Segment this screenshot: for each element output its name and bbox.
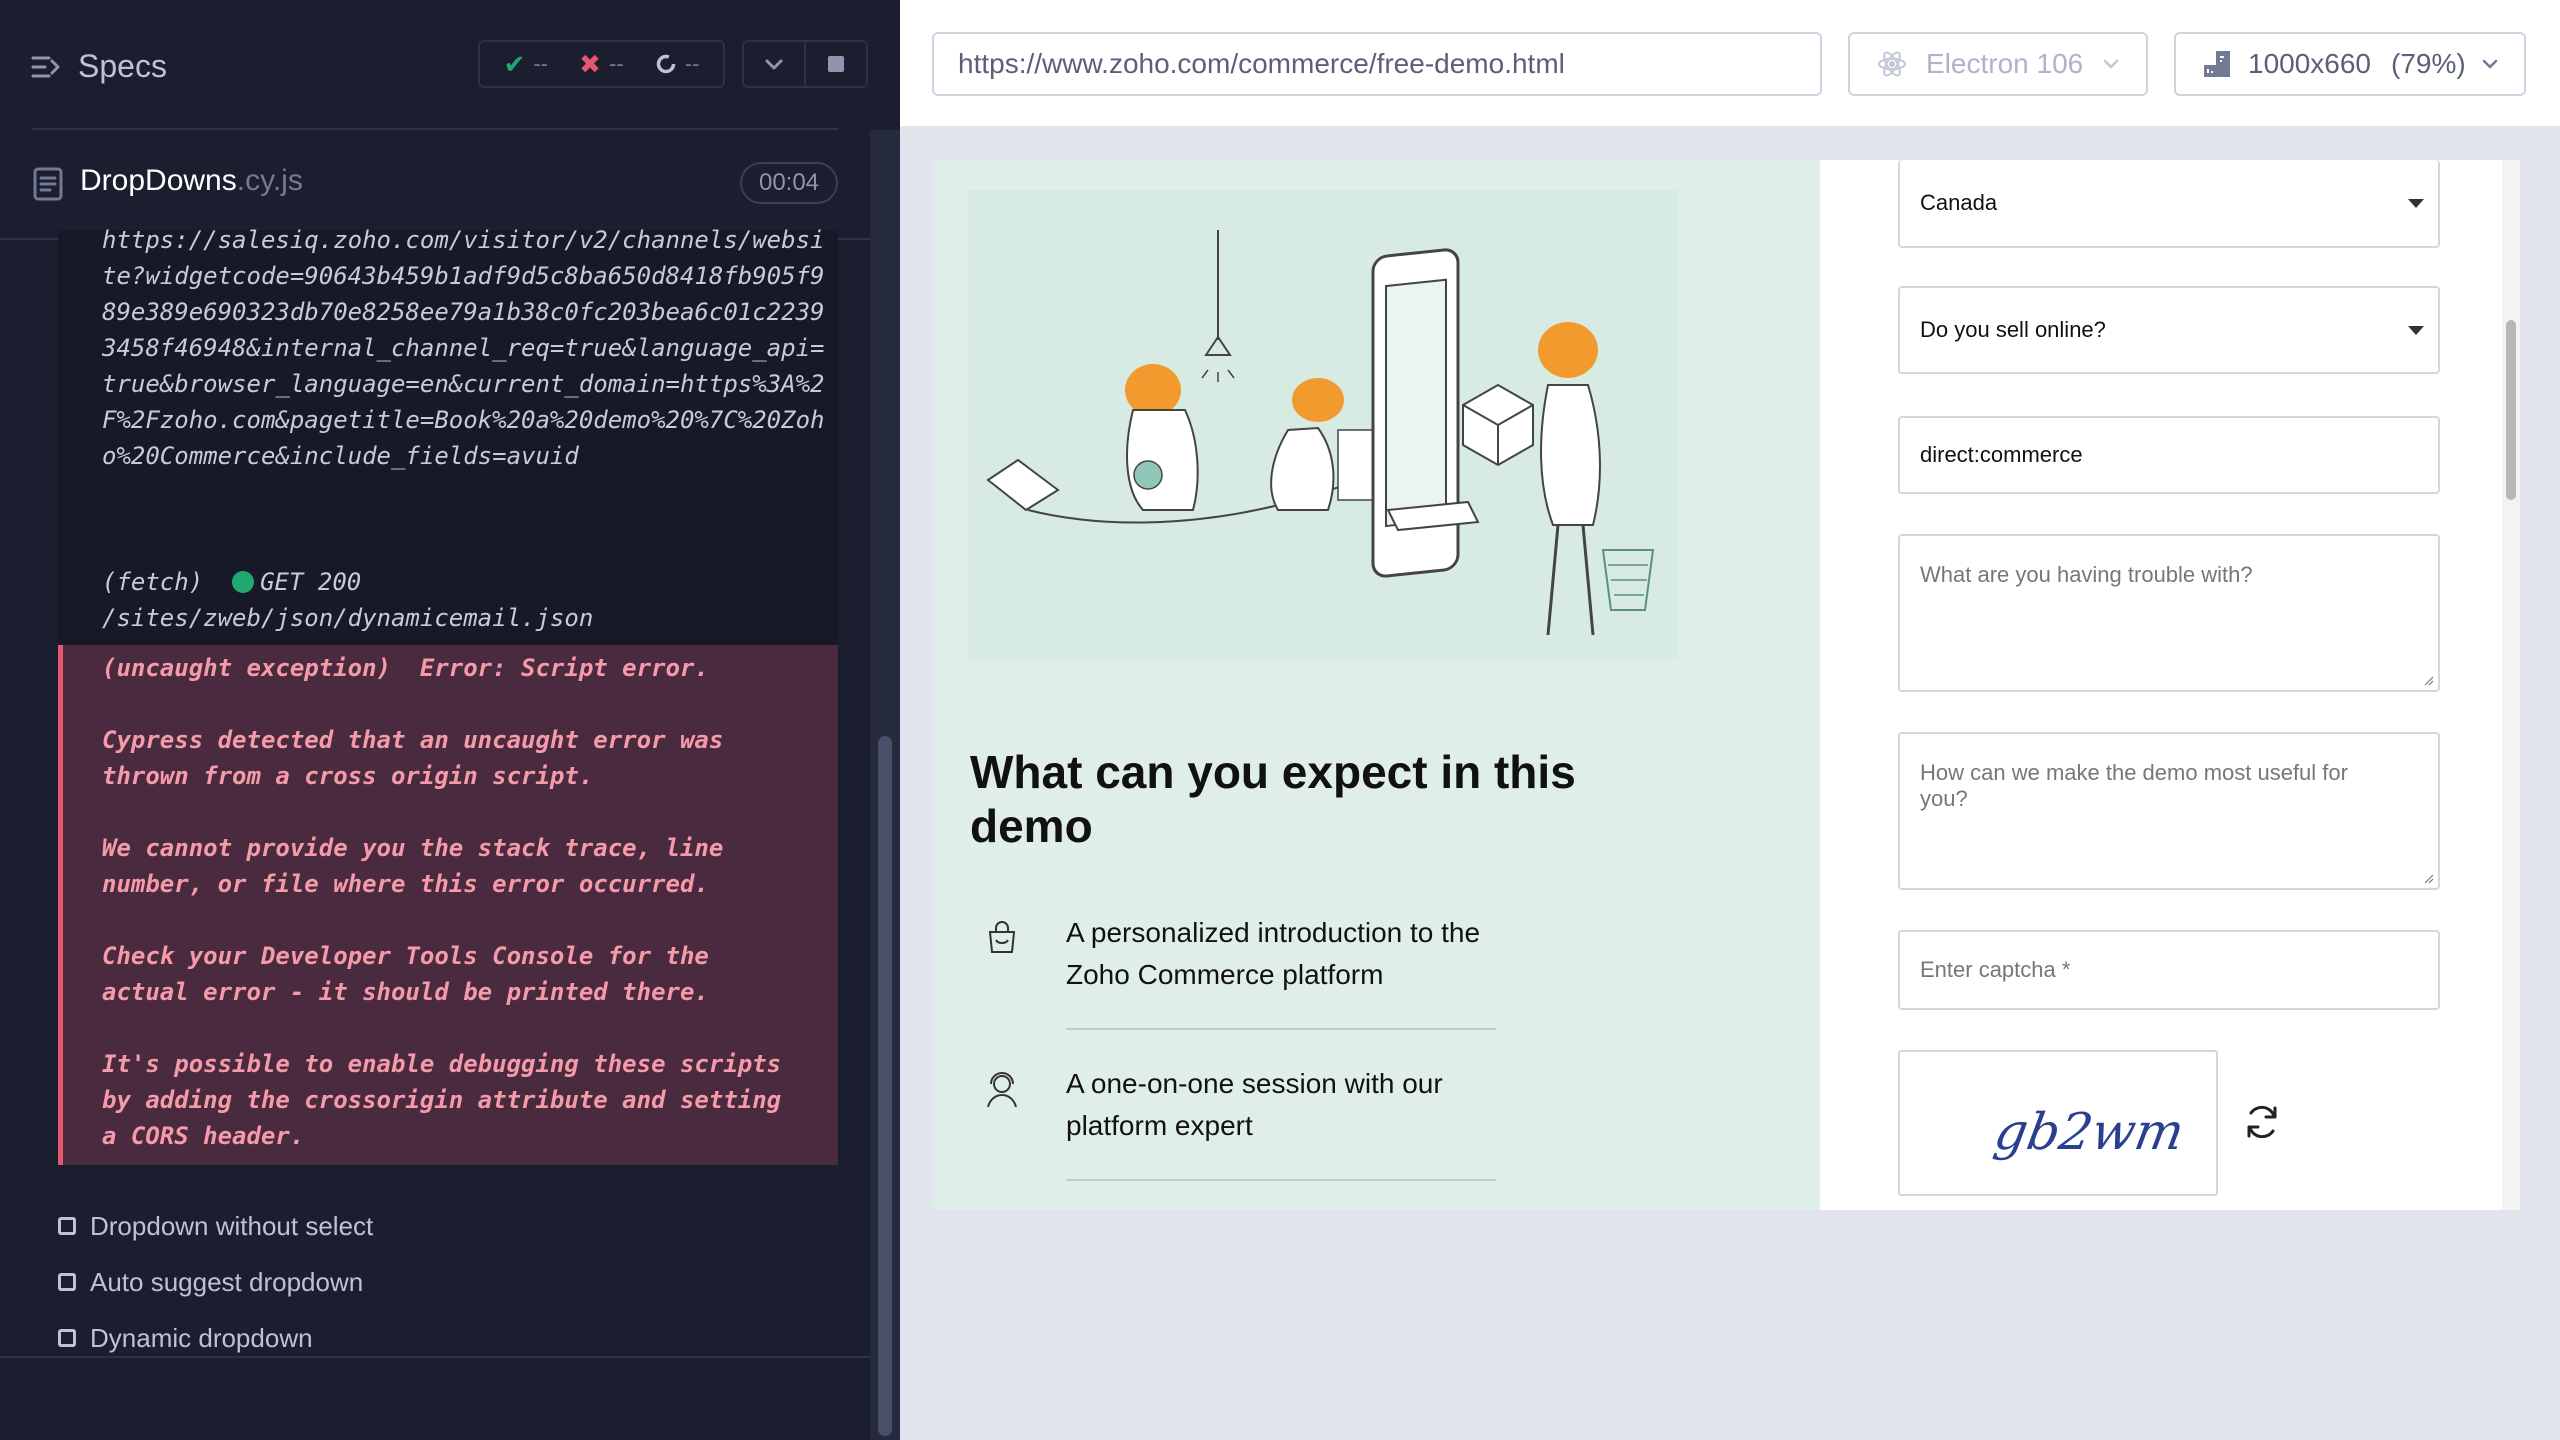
country-select[interactable]: Canada bbox=[1898, 160, 2440, 248]
demo-heading: What can you expect in this demo bbox=[970, 746, 1576, 852]
illustration-image bbox=[986, 230, 1655, 636]
resize-grip-icon[interactable] bbox=[2424, 676, 2434, 686]
captcha-text: gb2wm bbox=[1990, 1104, 2188, 1163]
headset-agent-icon bbox=[987, 1072, 1017, 1108]
refresh-captcha-icon[interactable] bbox=[2240, 1100, 2284, 1144]
viewport-select[interactable]: 1000x660 (79%) bbox=[2174, 32, 2526, 96]
demo-info-panel: What can you expect in this demo A perso… bbox=[932, 160, 1820, 1210]
form-scrollbar[interactable] bbox=[2502, 160, 2520, 1210]
test-item[interactable]: Dropdown without select bbox=[58, 1198, 373, 1254]
log-request-url[interactable]: https://salesiq.zoho.com/visitor/v2/chan… bbox=[102, 222, 832, 552]
sell-online-select[interactable]: Do you sell online? bbox=[1898, 286, 2440, 374]
source-field[interactable]: direct:commerce bbox=[1898, 416, 2440, 494]
pending-circle-icon bbox=[656, 54, 675, 74]
error-message: (uncaught exception) Error: Script error… bbox=[102, 654, 782, 1150]
electron-icon bbox=[1878, 51, 1906, 77]
test-status-icon bbox=[58, 1273, 76, 1291]
specs-label: Specs bbox=[78, 48, 167, 84]
stop-icon bbox=[828, 56, 844, 72]
shopping-bag-icon bbox=[988, 921, 1016, 953]
trouble-textarea[interactable]: What are you having trouble with? bbox=[1898, 534, 2440, 692]
app-under-test: What can you expect in this demo A perso… bbox=[932, 160, 2520, 1210]
resize-grip-icon[interactable] bbox=[2424, 874, 2434, 884]
demo-form: Canada Do you sell online? direct:commer… bbox=[1820, 160, 2520, 1210]
shopping-illustration bbox=[968, 190, 1678, 660]
test-item[interactable]: Auto suggest dropdown bbox=[58, 1254, 373, 1310]
specs-list-icon bbox=[31, 56, 60, 77]
divider bbox=[1066, 1028, 1496, 1030]
chevron-down-icon bbox=[2482, 59, 2497, 69]
captcha-graphic: gb2wm bbox=[1990, 1104, 2188, 1163]
form-scroll-thumb[interactable] bbox=[2506, 320, 2516, 500]
browser-select[interactable]: Electron 106 bbox=[1848, 32, 2148, 96]
pending-count: -- bbox=[655, 51, 699, 77]
stop-button[interactable] bbox=[804, 42, 866, 86]
chevron-down-icon bbox=[2103, 59, 2119, 69]
test-list: Dropdown without select Auto suggest dro… bbox=[58, 1198, 373, 1366]
ruler-icon bbox=[2204, 51, 2230, 77]
reporter-scroll-thumb[interactable] bbox=[878, 736, 892, 1436]
expand-button[interactable] bbox=[744, 42, 804, 86]
failed-count: ✖ -- bbox=[579, 48, 624, 79]
specs-toggle-button[interactable]: Specs bbox=[30, 48, 167, 85]
log-fetch-line[interactable]: (fetch) GET 200 bbox=[102, 564, 361, 600]
captcha-image: gb2wm bbox=[1898, 1050, 2218, 1196]
reporter-header: Specs ✔ -- ✖ -- -- bbox=[0, 0, 900, 130]
demo-useful-textarea[interactable]: How can we make the demo most useful for… bbox=[1898, 732, 2440, 890]
captcha-input[interactable]: Enter captcha * bbox=[1898, 930, 2440, 1010]
test-stats: ✔ -- ✖ -- -- bbox=[478, 40, 725, 88]
spec-duration: 00:04 bbox=[740, 162, 838, 204]
document-icon bbox=[33, 167, 63, 201]
run-controls bbox=[742, 40, 868, 88]
divider bbox=[0, 1356, 872, 1358]
chevron-down-icon bbox=[765, 59, 783, 70]
cypress-reporter: Specs ✔ -- ✖ -- -- DropDowns.cy.js 00:04… bbox=[0, 0, 900, 1440]
x-icon: ✖ bbox=[579, 48, 601, 79]
url-bar[interactable]: https://www.zoho.com/commerce/free-demo.… bbox=[932, 32, 1822, 96]
divider bbox=[32, 128, 838, 130]
test-status-icon bbox=[58, 1217, 76, 1235]
status-dot-icon bbox=[232, 571, 255, 593]
test-status-icon bbox=[58, 1329, 76, 1347]
log-fetch-path: /sites/zweb/json/dynamicemail.json bbox=[102, 604, 594, 632]
check-icon: ✔ bbox=[503, 48, 526, 79]
spec-file-name: DropDowns.cy.js bbox=[80, 164, 303, 197]
aut-toolbar: https://www.zoho.com/commerce/free-demo.… bbox=[900, 0, 2560, 128]
passed-count: ✔ -- bbox=[503, 48, 549, 79]
divider bbox=[1066, 1179, 1496, 1181]
